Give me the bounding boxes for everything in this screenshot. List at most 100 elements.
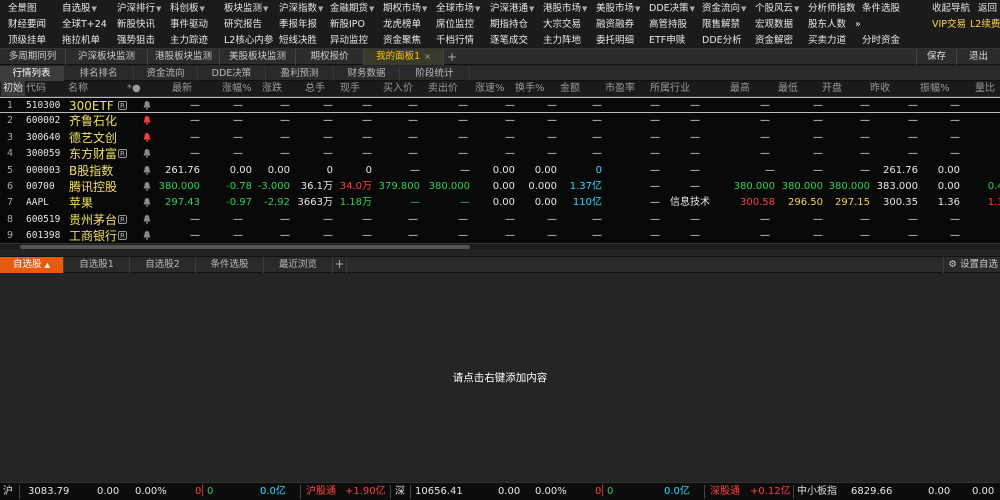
column-header-12[interactable]: 换手%: [515, 81, 545, 97]
table-row[interactable]: 7 AAPL 苹果 297.43 -0.97 -2.92 3663万 1.18万 — — 0.00 0…: [0, 195, 1000, 211]
menu-item-row3-6[interactable]: 异动监控: [330, 33, 368, 49]
menu-item-row3-9[interactable]: 逐笔成交: [490, 33, 528, 49]
menu-item-row2-6[interactable]: 新股IPO: [330, 17, 365, 33]
tab-options-quote[interactable]: 期权报价: [296, 49, 364, 65]
column-header-4[interactable]: 最新: [172, 81, 192, 97]
alert-bell-icon[interactable]: [143, 148, 151, 158]
tab-us-sector-monitor[interactable]: 美股板块监测: [220, 49, 296, 65]
column-header-7[interactable]: 总手: [305, 81, 325, 97]
hgt-label[interactable]: 沪股通: [306, 483, 336, 500]
column-header-11[interactable]: 涨速%: [475, 81, 505, 97]
menu-item-row3-4[interactable]: L2核心内参: [224, 33, 273, 49]
column-header-0[interactable]: 初始: [1, 81, 25, 96]
tab-my-panel-1[interactable]: 我的面板1 ×: [364, 49, 444, 65]
menu-item-row1-6[interactable]: 金融期货▼: [330, 1, 374, 17]
menu-item-row3-2[interactable]: 强势狙击: [117, 33, 155, 49]
menu-item-row1-14[interactable]: 个股风云▼: [755, 1, 799, 17]
column-header-6[interactable]: 涨跌: [262, 81, 282, 97]
alert-bell-icon[interactable]: [143, 132, 151, 142]
menu-item-row1-13[interactable]: 资金流向▼: [702, 1, 746, 17]
menu-item-row2-11[interactable]: 融资融券: [596, 17, 634, 33]
sgt-label[interactable]: 深股通: [710, 483, 740, 500]
tab-financial-data[interactable]: 财务数据: [334, 66, 400, 81]
column-header-2[interactable]: 名称: [68, 81, 88, 97]
menu-item-row3-15[interactable]: 买卖力道: [808, 33, 846, 49]
add-tab-icon[interactable]: +: [447, 49, 457, 65]
menu-item-row3-8[interactable]: 千档行情: [436, 33, 474, 49]
menu-item-row1-12[interactable]: DDE决策▼: [649, 1, 695, 17]
menu-item-row2-16[interactable]: »: [855, 17, 861, 33]
table-row[interactable]: 2600002齐鲁石化———————————————————: [0, 113, 1000, 129]
save-button[interactable]: 保存: [916, 49, 956, 65]
tab-dde[interactable]: DDE决策: [198, 66, 266, 81]
menu-item-row1-10[interactable]: 港股市场▼: [543, 1, 587, 17]
menu-item-row2-15[interactable]: 股东人数: [808, 17, 846, 33]
column-header-19[interactable]: 昨收: [870, 81, 890, 97]
watchlist-settings-button[interactable]: ⚙ 设置自选: [943, 257, 998, 273]
menu-item-row1-18[interactable]: 返回: [978, 1, 997, 17]
tab-quote-list[interactable]: 行情列表: [0, 66, 64, 81]
alert-bell-icon[interactable]: [143, 100, 151, 110]
tab-capital-flow[interactable]: 资金流向: [134, 66, 198, 81]
menu-item-row1-11[interactable]: 美股市场▼: [596, 1, 640, 17]
alert-bell-icon[interactable]: [143, 165, 151, 175]
menu-item-row2-7[interactable]: 龙虎榜单: [383, 17, 421, 33]
alert-bell-icon[interactable]: [143, 214, 151, 224]
column-header-21[interactable]: 量比: [975, 81, 995, 97]
alert-bell-icon[interactable]: [143, 230, 151, 240]
menu-item-row3-10[interactable]: 主力阵地: [543, 33, 581, 49]
menu-item-row1-9[interactable]: 沪深港通▼: [490, 1, 534, 17]
menu-item-row1-2[interactable]: 沪深排行▼: [117, 1, 161, 17]
tab-ranking[interactable]: 排名排名: [64, 66, 134, 81]
column-header-9[interactable]: 买入价: [383, 81, 413, 97]
menu-item-row1-3[interactable]: 科创板▼: [170, 1, 205, 17]
menu-item-row2-2[interactable]: 新股快讯: [117, 17, 155, 33]
add-tab-icon[interactable]: +: [333, 257, 347, 273]
menu-item-row2-8[interactable]: 席位监控: [436, 17, 474, 33]
tab-recent-browse[interactable]: 最近浏览: [264, 257, 333, 273]
menu-item-row3-11[interactable]: 委托明细: [596, 33, 634, 49]
exit-button[interactable]: 退出: [956, 49, 1000, 65]
sh-index-value[interactable]: 3083.79: [28, 483, 69, 500]
tab-hk-sector-monitor[interactable]: 港股板块监测: [148, 49, 220, 65]
menu-item-row2-5[interactable]: 季报年报: [279, 17, 317, 33]
table-row[interactable]: 6 00700 腾讯控股 380.000 -0.78 -3.000 36.1万 34.0万 37…: [0, 179, 1000, 195]
table-row[interactable]: 3300640德艺文创———————————————————: [0, 130, 1000, 146]
column-header-15[interactable]: 所属行业: [650, 81, 690, 97]
column-header-14[interactable]: 市盈率: [605, 81, 635, 97]
column-header-18[interactable]: 开盘: [822, 81, 842, 97]
menu-item-row3-3[interactable]: 主力踪迹: [170, 33, 208, 49]
column-header-20[interactable]: 振幅%: [920, 81, 950, 97]
sz-index-value[interactable]: 10656.41: [415, 483, 463, 500]
menu-item-row3-13[interactable]: DDE分析: [702, 33, 742, 49]
menu-item-row1-7[interactable]: 期权市场▼: [383, 1, 427, 17]
menu-item-row2-18[interactable]: L2续费: [970, 17, 1000, 33]
menu-item-row2-12[interactable]: 高管持股: [649, 17, 687, 33]
menu-item-row2-10[interactable]: 大宗交易: [543, 17, 581, 33]
tab-watchlist[interactable]: 自选股 ▲: [0, 257, 64, 273]
tab-condition-select[interactable]: 条件选股: [196, 257, 264, 273]
menu-item-row2-17[interactable]: VIP交易: [932, 17, 966, 33]
menu-item-row1-16[interactable]: 条件选股: [862, 1, 900, 17]
column-header-8[interactable]: 现手: [340, 81, 360, 97]
menu-item-row3-0[interactable]: 顶级挂单: [8, 33, 46, 49]
tab-period-stats[interactable]: 阶段统计: [400, 66, 470, 81]
menu-item-row2-9[interactable]: 期指持仓: [490, 17, 528, 33]
menu-item-row1-0[interactable]: 全景图: [8, 1, 37, 17]
column-header-16[interactable]: 最高: [730, 81, 750, 97]
column-header-5[interactable]: 涨幅%: [222, 81, 252, 97]
table-row[interactable]: 4300059东方财富R———————————————————: [0, 146, 1000, 162]
menu-item-row2-13[interactable]: 限售解禁: [702, 17, 740, 33]
tab-profit-forecast[interactable]: 盈利预测: [266, 66, 334, 81]
alert-bell-icon[interactable]: [143, 115, 151, 126]
scrollbar-thumb[interactable]: [20, 245, 470, 249]
column-header-3[interactable]: *●: [127, 81, 141, 97]
menu-item-row1-15[interactable]: 分析师指数: [808, 1, 856, 17]
menu-item-row1-1[interactable]: 自选股▼: [62, 1, 97, 17]
close-icon[interactable]: ×: [424, 52, 431, 61]
alert-bell-icon[interactable]: [143, 181, 151, 191]
tab-multi-period[interactable]: 多周期同列: [0, 49, 66, 65]
menu-item-row2-1[interactable]: 全球T+24: [62, 17, 107, 33]
zx-label[interactable]: 中小板指: [797, 483, 837, 500]
column-header-17[interactable]: 最低: [778, 81, 798, 97]
